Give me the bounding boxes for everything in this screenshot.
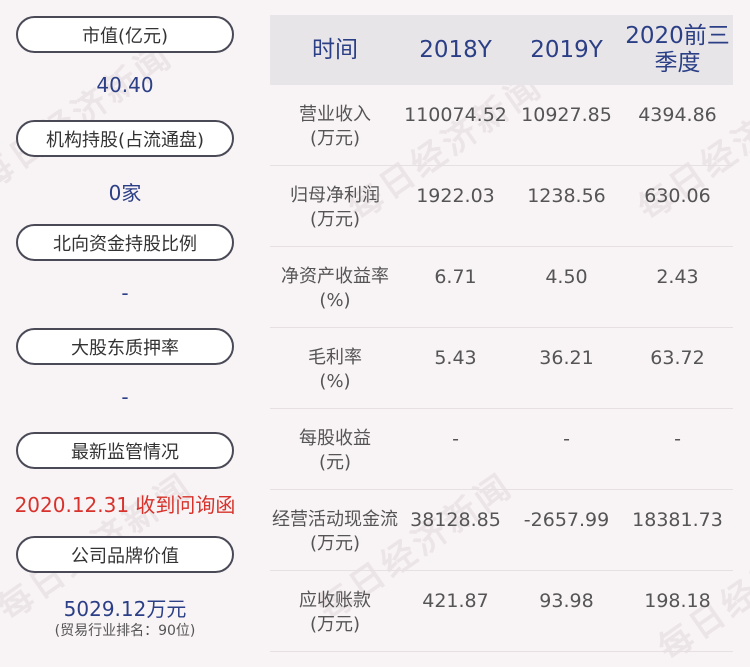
row-label-unit: (元) [318,452,352,473]
market-cap-label: 市值(亿元) [16,16,234,53]
cell-2019: -2657.99 [523,509,610,531]
cell-2018: - [452,428,459,450]
institution-holding-value: 0家 [108,181,142,205]
table-row: 每股收益 (元) - - - [270,409,733,490]
row-label-unit: (万元) [309,128,361,149]
row-label-main: 归母净利润 [290,185,380,206]
table-row: 经营活动现金流 (万元) 38128.85 -2657.99 18381.73 [270,490,733,571]
cell-2019: 36.21 [539,347,594,369]
financial-table: 时间 2018Y 2019Y 2020前三季度 营业收入 (万元) 110074.… [270,15,733,652]
cell-2020: - [674,428,681,450]
row-label-main: 毛利率 [308,347,362,368]
row-label: 每股收益 (元) [270,427,400,489]
cell-2020: 18381.73 [632,509,723,531]
cell-2020: 4394.86 [638,104,717,126]
row-label-main: 应收账款 [299,590,371,611]
row-label-unit: (%) [319,290,351,311]
cell-2019: 93.98 [539,590,594,612]
cell-2018: 421.87 [422,590,489,612]
row-label: 净资产收益率 (%) [270,265,400,327]
row-label-main: 每股收益 [299,428,371,449]
table-row: 归母净利润 (万元) 1922.03 1238.56 630.06 [270,166,733,247]
header-2018: 2018Y [419,36,492,63]
row-label: 归母净利润 (万元) [270,184,400,246]
company-summary-panel: 市值(亿元) 40.40 机构持股(占流通盘) 0家 北向资金持股比例 - 大股… [0,0,250,667]
header-2020: 2020前三季度 [625,23,730,76]
cell-2018: 6.71 [434,266,477,288]
institution-holding-label: 机构持股(占流通盘) [16,120,234,157]
table-row: 应收账款 (万元) 421.87 93.98 198.18 [270,571,733,652]
northbound-ratio-value: - [121,281,129,305]
header-2019: 2019Y [530,36,603,63]
brand-value-value: 5029.12万元 [63,597,187,621]
cell-2018: 110074.52 [404,104,507,126]
table-row: 净资产收益率 (%) 6.71 4.50 2.43 [270,247,733,328]
brand-rank-note: (贸易行业排名：90位) [54,623,196,639]
row-label-unit: (万元) [309,614,361,635]
brand-value-label: 公司品牌价值 [16,536,234,573]
row-label-main: 经营活动现金流 [272,509,398,530]
pledge-rate-value: - [121,385,129,409]
cell-2020: 2.43 [656,266,699,288]
northbound-ratio-label: 北向资金持股比例 [16,224,234,261]
row-label-main: 净资产收益率 [281,266,389,287]
cell-2019: 10927.85 [521,104,612,126]
cell-2018: 38128.85 [410,509,501,531]
pledge-rate-label: 大股东质押率 [16,328,234,365]
header-time: 时间 [312,36,358,63]
cell-2020: 198.18 [644,590,711,612]
row-label: 应收账款 (万元) [270,589,400,651]
regulatory-status-value: 2020.12.31 收到问询函 [14,493,236,517]
cell-2019: 1238.56 [527,185,606,207]
row-label: 毛利率 (%) [270,346,400,408]
table-row: 毛利率 (%) 5.43 36.21 63.72 [270,328,733,409]
market-cap-value: 40.40 [96,73,154,97]
row-label-unit: (万元) [309,533,361,554]
regulatory-status-label: 最新监管情况 [16,432,234,469]
row-label: 营业收入 (万元) [270,103,400,165]
cell-2018: 5.43 [434,347,477,369]
cell-2019: 4.50 [545,266,588,288]
cell-2020: 63.72 [650,347,705,369]
table-row: 营业收入 (万元) 110074.52 10927.85 4394.86 [270,85,733,166]
row-label: 经营活动现金流 (万元) [270,508,400,570]
row-label-unit: (万元) [309,209,361,230]
table-header: 时间 2018Y 2019Y 2020前三季度 [270,15,733,85]
cell-2019: - [563,428,570,450]
row-label-main: 营业收入 [299,104,371,125]
cell-2020: 630.06 [644,185,711,207]
cell-2018: 1922.03 [416,185,495,207]
row-label-unit: (%) [319,371,351,392]
